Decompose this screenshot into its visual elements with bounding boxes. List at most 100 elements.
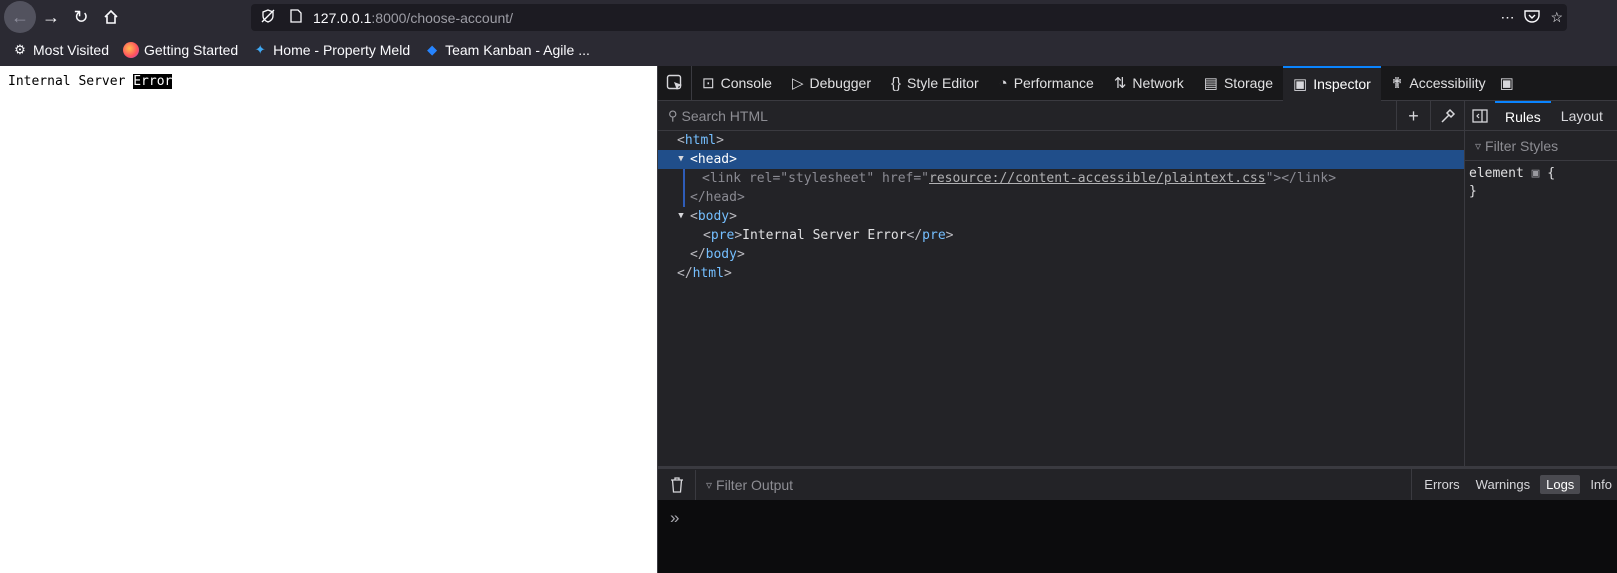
tab-inspector[interactable]: ▣ Inspector: [1283, 65, 1381, 101]
url-text[interactable]: 127.0.0.1:8000/choose-account/: [313, 10, 513, 26]
tree-node-html-close[interactable]: </html>: [658, 264, 1464, 283]
search-html-row: ⚲ +: [658, 101, 1464, 131]
bookmark-getting-started[interactable]: Getting Started: [121, 42, 240, 58]
tab-label: Console: [720, 75, 772, 91]
tree-node-pre[interactable]: <pre>Internal Server Error</pre>: [658, 226, 1464, 245]
toggle-pane-button[interactable]: [1465, 101, 1495, 131]
page-icon[interactable]: [285, 9, 307, 26]
page-pre-text: Internal Server Error: [8, 74, 173, 89]
rules-pane-tabs: Rules Layout: [1465, 100, 1617, 131]
tab-storage[interactable]: ▤ Storage: [1194, 66, 1283, 101]
add-node-button[interactable]: +: [1396, 101, 1430, 131]
reload-button[interactable]: ↻: [66, 2, 96, 32]
braces-icon: {}: [891, 74, 902, 92]
tree-node-head[interactable]: ▼ <head>: [658, 150, 1464, 169]
twisty-open-icon[interactable]: ▼: [676, 207, 686, 226]
back-button[interactable]: ←: [4, 1, 36, 33]
picker-icon: [666, 74, 682, 90]
rule-selector: element: [1469, 166, 1524, 181]
console-toolbar: ▿ Errors Warnings Logs Info: [658, 466, 1617, 500]
debugger-icon: ▷: [791, 75, 804, 92]
chip-icon: ▣: [1499, 75, 1514, 92]
home-icon: [104, 9, 118, 24]
search-html-input[interactable]: [681, 107, 1282, 124]
attr-value: stylesheet: [788, 171, 867, 186]
clear-console-button[interactable]: [658, 469, 696, 500]
eyedropper-button[interactable]: [1430, 101, 1464, 131]
tracking-protection-icon[interactable]: [257, 9, 279, 26]
tab-rules[interactable]: Rules: [1495, 100, 1551, 131]
tree-node-html[interactable]: <html>: [658, 131, 1464, 150]
tree-node-link[interactable]: <link rel="stylesheet" href="resource://…: [658, 169, 1464, 207]
jira-icon: ◆: [427, 42, 438, 57]
tab-label: Layout: [1560, 107, 1603, 124]
tab-network[interactable]: ⇅ Network: [1104, 66, 1194, 101]
filter-errors-button[interactable]: Errors: [1418, 475, 1465, 494]
tag-name: pre: [710, 228, 735, 243]
filter-styles-input[interactable]: [1485, 137, 1596, 154]
url-actions: ⋯ ☆: [1500, 4, 1563, 31]
tab-debugger[interactable]: ▷ Debugger: [782, 66, 881, 101]
tree-node-body-close[interactable]: </body>: [658, 245, 1464, 264]
search-icon: ⚲: [668, 107, 678, 123]
prompt-chevron-icon: »: [670, 508, 680, 527]
url-bar[interactable]: 127.0.0.1:8000/choose-account/ ⋯ ☆: [251, 4, 1567, 31]
bookmark-label: Most Visited: [33, 42, 109, 58]
more-actions-icon[interactable]: ⋯: [1500, 9, 1514, 26]
bookmark-most-visited[interactable]: ⚙ Most Visited: [10, 42, 111, 58]
devtools-panel: ⊡ Console ▷ Debugger {} Style Editor ◔ P…: [657, 65, 1617, 573]
tag-name: head: [705, 190, 737, 205]
url-host: 127.0.0.1: [313, 9, 372, 26]
firefox-icon: [123, 42, 139, 58]
filter-warnings-button[interactable]: Warnings: [1470, 475, 1536, 494]
bookmark-star-icon[interactable]: ☆: [1550, 9, 1563, 26]
page-content: Internal Server Error: [0, 66, 657, 573]
page-selected-text: Error: [133, 74, 173, 89]
tab-label: Performance: [1013, 75, 1094, 91]
tab-style-editor[interactable]: {} Style Editor: [881, 66, 989, 101]
bookmark-label: Getting Started: [144, 42, 239, 58]
tab-layout[interactable]: Layout: [1551, 101, 1613, 131]
rule-close-brace: }: [1469, 184, 1477, 199]
arrow-right-icon: →: [42, 6, 60, 27]
tab-overflow[interactable]: ▣: [1496, 66, 1518, 101]
markup-view: ⚲ + <html> ▼<head> <link rel="stylesheet…: [658, 101, 1464, 516]
tree-node-body[interactable]: ▼ <body>: [658, 207, 1464, 226]
tab-console[interactable]: ⊡ Console: [692, 66, 782, 101]
console-icon: ⊡: [702, 75, 715, 92]
tab-label: Inspector: [1313, 76, 1371, 92]
twisty-open-icon[interactable]: ▼: [676, 150, 686, 169]
tree-node-head-close[interactable]: </head>: [658, 188, 1464, 207]
bookmark-label: Home - Property Meld: [273, 42, 411, 58]
markup-tree: <html> ▼ <head> <link rel="stylesheet" hr…: [658, 131, 1464, 283]
forward-button[interactable]: →: [36, 2, 66, 32]
filter-output-row: ▿: [696, 476, 1217, 493]
filter-output-input[interactable]: [716, 476, 1217, 493]
attr-name: rel: [748, 171, 773, 186]
tag-name: html: [692, 266, 724, 281]
filter-info-button[interactable]: Info: [1584, 475, 1617, 494]
inspector-icon: ▣: [1293, 76, 1308, 93]
filter-logs-button[interactable]: Logs: [1540, 475, 1581, 494]
home-button[interactable]: [96, 2, 126, 32]
bookmark-team-kanban[interactable]: ◆ Team Kanban - Agile ...: [422, 42, 592, 58]
tab-performance[interactable]: ◔ Performance: [989, 66, 1104, 101]
tag-name: html: [684, 133, 717, 148]
rules-pane: Rules Layout ▿ element ▣ { }: [1464, 100, 1617, 466]
log-level-filters: Errors Warnings Logs Info: [1411, 469, 1617, 500]
trash-icon: [670, 476, 683, 493]
element-rule: element ▣ { }: [1465, 161, 1617, 205]
element-chip-icon[interactable]: ▣: [1532, 166, 1540, 181]
browser-nav-bar: ← → ↻ 127.0.0.1:8000/choose-account/ ⋯ ☆: [0, 0, 1617, 34]
bookmark-property-meld[interactable]: ✦ Home - Property Meld: [250, 42, 412, 58]
text-node: Internal Server Error: [742, 228, 907, 243]
href-link[interactable]: resource://content-accessible/plaintext.…: [929, 171, 1266, 186]
arrows-icon: ⇅: [1113, 75, 1127, 92]
console-input[interactable]: »: [658, 500, 1617, 573]
url-path: :8000/choose-account/: [371, 9, 514, 26]
tab-accessibility[interactable]: ✟ Accessibility: [1381, 66, 1496, 101]
element-picker-button[interactable]: [658, 65, 692, 101]
pocket-icon[interactable]: [1524, 9, 1541, 26]
tag-name: head: [697, 152, 730, 167]
filter-icon: ▿: [1475, 138, 1482, 153]
